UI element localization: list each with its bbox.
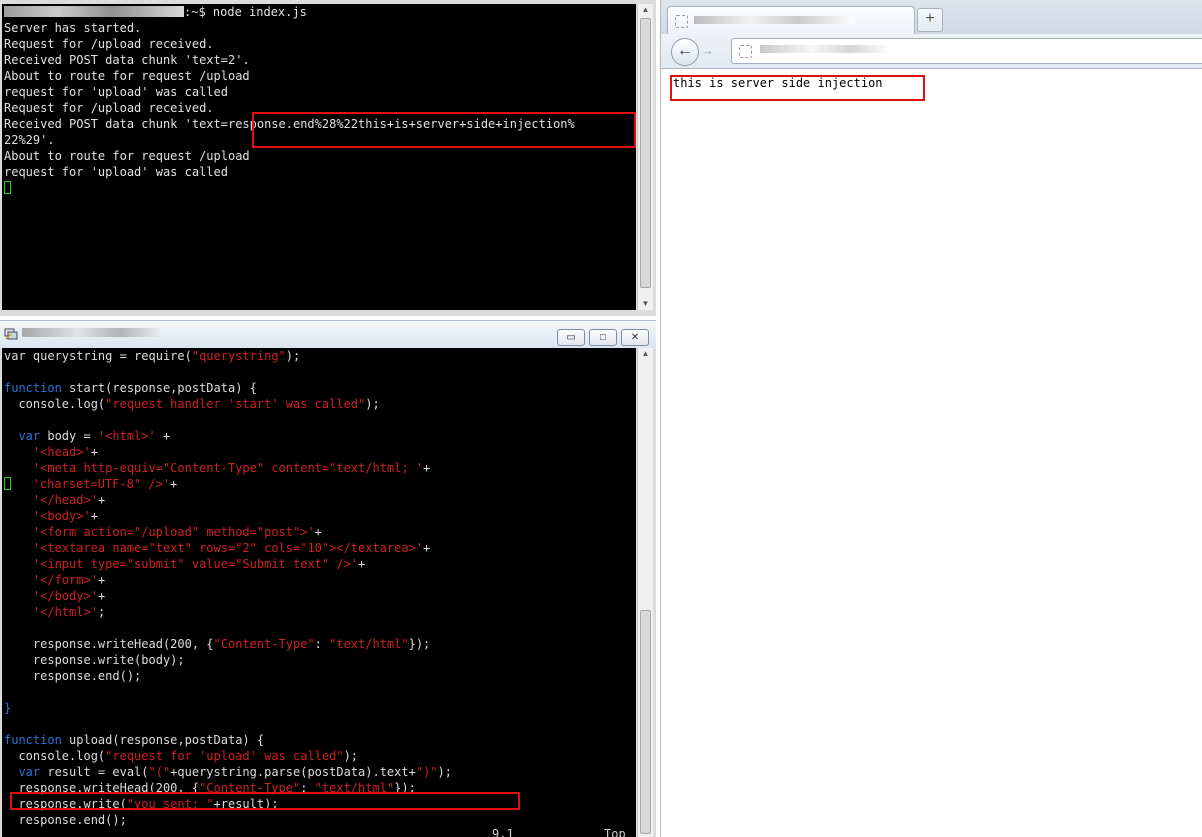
terminal-line: About to route for request /upload (4, 149, 250, 163)
terminal-lines: :~$ node index.js Server has started. Re… (4, 4, 575, 196)
putty-icon (4, 327, 18, 341)
injection-payload-highlight (252, 112, 636, 148)
terminal-line: 22%29'. (4, 133, 55, 147)
navigation-bar: ← → (661, 34, 1202, 69)
editor-scrollbar[interactable]: ▲ (637, 348, 653, 837)
scroll-up-icon[interactable]: ▲ (638, 4, 653, 16)
terminal-cursor (4, 181, 11, 194)
browser-window: + ← → this is server side injection (660, 0, 1202, 837)
terminal-line: Request for /upload received. (4, 37, 214, 51)
forward-arrow-icon: → (701, 43, 714, 58)
scroll-position: Top (604, 827, 626, 837)
address-text (760, 44, 890, 56)
code-editor[interactable]: var querystring = require("querystring")… (2, 348, 636, 837)
new-tab-button[interactable]: + (917, 8, 943, 32)
close-button[interactable]: ✕ (621, 329, 649, 346)
redacted-tab-title (694, 16, 854, 24)
back-button[interactable]: ← (671, 38, 699, 66)
window-title (22, 328, 162, 340)
terminal-line: Request for /upload received. (4, 101, 214, 115)
minimize-button[interactable]: ▭ (557, 329, 585, 346)
terminal-line: Received POST data chunk 'text=2'. (4, 53, 250, 67)
code-lines: var querystring = require("querystring")… (4, 349, 452, 827)
redacted-title (22, 328, 162, 337)
scroll-down-icon[interactable]: ▼ (638, 298, 653, 310)
tab-strip: + (661, 0, 1202, 35)
terminal-line: request for 'upload' was called (4, 85, 228, 99)
page-output-highlight (670, 75, 925, 101)
window-titlebar[interactable]: ▭ □ ✕ (0, 320, 656, 349)
page-content: this is server side injection (661, 69, 1202, 837)
page-icon (675, 15, 688, 28)
terminal-line: Server has started. (4, 21, 142, 35)
redacted-host (4, 6, 184, 17)
scrollbar-thumb[interactable] (640, 18, 651, 288)
maximize-button[interactable]: □ (589, 329, 617, 346)
editor-cursor (4, 477, 11, 490)
scrollbar-thumb[interactable] (640, 610, 651, 834)
terminal-scrollbar[interactable]: ▲ ▼ (637, 4, 653, 310)
terminal-output[interactable]: :~$ node index.js Server has started. Re… (2, 4, 636, 310)
browser-tab[interactable] (667, 6, 915, 35)
plus-icon: + (925, 10, 935, 27)
redacted-url (760, 45, 890, 53)
terminal-line: request for 'upload' was called (4, 165, 228, 179)
terminal-window-top: :~$ node index.js Server has started. Re… (0, 0, 656, 316)
address-bar[interactable] (731, 38, 1202, 64)
tab-title (694, 15, 854, 27)
forward-button[interactable]: → (701, 43, 719, 59)
cursor-position: 9,1 (492, 827, 514, 837)
scroll-up-icon[interactable]: ▲ (638, 348, 653, 360)
prompt-line: :~$ node index.js (4, 5, 307, 19)
terminal-window-editor: ▭ □ ✕ var querystring = require("queryst… (0, 320, 656, 837)
page-icon (739, 45, 752, 58)
terminal-line: About to route for request /upload (4, 69, 250, 83)
eval-line-highlight (10, 792, 520, 810)
back-arrow-icon: ← (677, 42, 693, 59)
